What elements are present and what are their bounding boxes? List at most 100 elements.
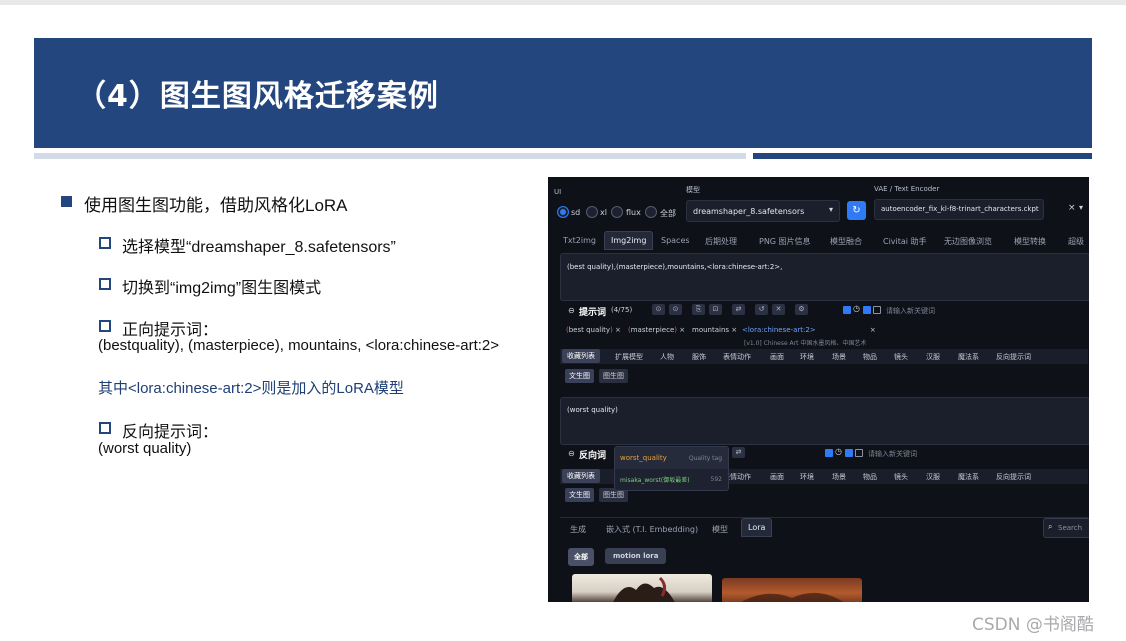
tag-mountains[interactable]: mountains × — [692, 326, 737, 334]
radio-xl[interactable] — [586, 206, 598, 218]
subtab-txt2img[interactable]: 文生图 — [565, 369, 594, 383]
neg-keyword-input[interactable]: 请输入新关键词 — [868, 449, 917, 459]
radio-sd[interactable] — [557, 206, 569, 218]
vae-select-value: autoencoder_fix_kl-f8-trinart_characters… — [881, 205, 1039, 213]
radio-flux[interactable] — [611, 206, 623, 218]
tab-civitai[interactable]: Civitai 助手 — [883, 236, 927, 247]
negative-prompt-textarea[interactable]: (worst quality) — [560, 397, 1089, 445]
search-icon: ⌕ — [1048, 522, 1053, 531]
category-setting[interactable]: 场景 — [832, 472, 846, 482]
category-people[interactable]: 人物 — [660, 352, 674, 362]
settings-icon[interactable]: ⊙ — [669, 304, 682, 315]
gear-icon[interactable]: ⚙ — [795, 304, 808, 315]
prompt-label: 提示词 — [579, 308, 607, 318]
webui-screenshot: UI 模型 VAE / Text Encoder sd xl flux 全部 d… — [548, 177, 1089, 602]
search-box[interactable]: ⌕ Search — [1043, 518, 1089, 538]
category-scene[interactable]: 画面 — [770, 352, 784, 362]
tab-model-merge[interactable]: 模型融合 — [830, 236, 862, 247]
tab-more[interactable]: 超级 — [1068, 236, 1084, 247]
vae-select[interactable]: autoencoder_fix_kl-f8-trinart_characters… — [874, 199, 1044, 220]
slide-title: （4）图生图风格迁移案例 — [76, 79, 439, 114]
bullet-select-model: 选择模型“dreamshaper_8.safetensors” — [122, 239, 396, 256]
trash-icon[interactable]: ✕ — [772, 304, 785, 315]
refresh-icon[interactable]: ↻ — [847, 201, 866, 220]
radio-all[interactable] — [645, 206, 657, 218]
tag-masterpiece[interactable]: (masterpiece) × — [628, 326, 685, 334]
radio-xl-label: xl — [600, 208, 607, 217]
category-objects[interactable]: 物品 — [863, 472, 877, 482]
category-negative[interactable]: 反向提示词 — [996, 472, 1031, 482]
collapse-icon[interactable]: ⊖ — [568, 306, 575, 315]
lora-preview-card[interactable] — [572, 574, 712, 602]
paste-icon[interactable]: ⊡ — [709, 304, 722, 315]
category-hanfu[interactable]: 汉服 — [926, 352, 940, 362]
tab-lora[interactable]: Lora — [741, 518, 773, 537]
chevron-down-icon[interactable]: ▾ — [1079, 203, 1083, 212]
positive-prompt-textarea[interactable]: (best quality),(masterpiece),mountains,<… — [560, 253, 1089, 301]
hollow-square-icon — [99, 320, 111, 332]
tab-embedding[interactable]: 嵌入式 (T.I. Embedding) — [606, 524, 698, 535]
category-environment[interactable]: 环境 — [800, 352, 814, 362]
tab-png-info[interactable]: PNG 图片信息 — [759, 236, 811, 247]
radio-sd-label: sd — [571, 208, 581, 217]
model-select-value: dreamshaper_8.safetensors — [693, 207, 805, 216]
category-camera[interactable]: 镜头 — [894, 352, 908, 362]
close-icon[interactable]: × — [1068, 203, 1076, 213]
filter-motion-lora[interactable]: motion lora — [605, 548, 667, 564]
category-favorites[interactable]: 收藏列表 — [562, 349, 600, 363]
subtab-img2img[interactable]: 图生图 — [599, 369, 628, 383]
negative-prompt-text: (worst quality) — [567, 406, 618, 414]
lora-preview-card[interactable] — [722, 578, 862, 602]
subtab-txt2img[interactable]: 文生图 — [565, 488, 594, 502]
category-expression[interactable]: 表情动作 — [723, 352, 751, 362]
toggle-checkbox[interactable] — [863, 306, 871, 314]
toggle-checkbox[interactable] — [845, 449, 853, 457]
toggle-checkbox[interactable] — [843, 306, 851, 314]
keyword-input[interactable]: 请输入新关键词 — [886, 306, 935, 316]
translate-icon[interactable]: ⇄ — [732, 304, 745, 315]
toggle-checkbox[interactable] — [825, 449, 833, 457]
autocomplete-item[interactable]: misaka_worst(御坂最差) 592 — [615, 469, 728, 490]
tab-postprocess[interactable]: 后期处理 — [705, 236, 737, 247]
category-environment[interactable]: 环境 — [800, 472, 814, 482]
category-extensions[interactable]: 扩展模型 — [615, 352, 643, 362]
category-magic[interactable]: 魔法系 — [958, 352, 979, 362]
category-magic[interactable]: 魔法系 — [958, 472, 979, 482]
undo-icon[interactable]: ↺ — [755, 304, 768, 315]
toggle-checkbox[interactable] — [855, 449, 863, 457]
model-select[interactable]: dreamshaper_8.safetensors ▾ — [686, 200, 840, 222]
clock-icon[interactable]: ◷ — [853, 304, 860, 313]
prompt-count: (4/75) — [611, 306, 633, 314]
category-favorites[interactable]: 收藏列表 — [562, 469, 600, 483]
tab-models[interactable]: 模型 — [712, 524, 728, 535]
tab-generate[interactable]: 生成 — [570, 524, 586, 535]
tab-model-convert[interactable]: 模型转换 — [1014, 236, 1046, 247]
filter-all[interactable]: 全部 — [568, 548, 594, 566]
tab-img2img[interactable]: Img2img — [604, 231, 654, 250]
category-negative[interactable]: 反向提示词 — [996, 352, 1031, 362]
translate-icon[interactable]: ⇄ — [732, 447, 745, 458]
copy-icon[interactable]: ⎘ — [692, 304, 705, 315]
tag-lora-chinese-art[interactable]: <lora:chinese-art:2> × — [742, 326, 876, 334]
category-camera[interactable]: 镜头 — [894, 472, 908, 482]
negative-prompt-value: (worst quality) — [98, 440, 192, 457]
accent-bar-light — [34, 153, 746, 159]
collapse-icon[interactable]: ⊖ — [568, 449, 575, 458]
ui-label: UI — [554, 188, 562, 196]
tab-image-browser[interactable]: 无边图像浏览 — [944, 236, 992, 247]
clock-icon[interactable]: ◷ — [835, 447, 842, 456]
top-border — [0, 0, 1126, 5]
category-setting[interactable]: 场景 — [832, 352, 846, 362]
radio-flux-label: flux — [626, 208, 641, 217]
toggle-checkbox[interactable] — [873, 306, 881, 314]
tab-txt2img[interactable]: Txt2img — [563, 236, 596, 245]
vae-label: VAE / Text Encoder — [874, 185, 940, 193]
category-objects[interactable]: 物品 — [863, 352, 877, 362]
autocomplete-item[interactable]: worst_quality Quality tag — [615, 447, 728, 469]
category-scene[interactable]: 画面 — [770, 472, 784, 482]
category-hanfu[interactable]: 汉服 — [926, 472, 940, 482]
history-icon[interactable]: ⊙ — [652, 304, 665, 315]
tag-best-quality[interactable]: (best quality) × — [566, 326, 621, 334]
tab-spaces[interactable]: Spaces — [661, 236, 690, 245]
category-clothing[interactable]: 服饰 — [692, 352, 706, 362]
